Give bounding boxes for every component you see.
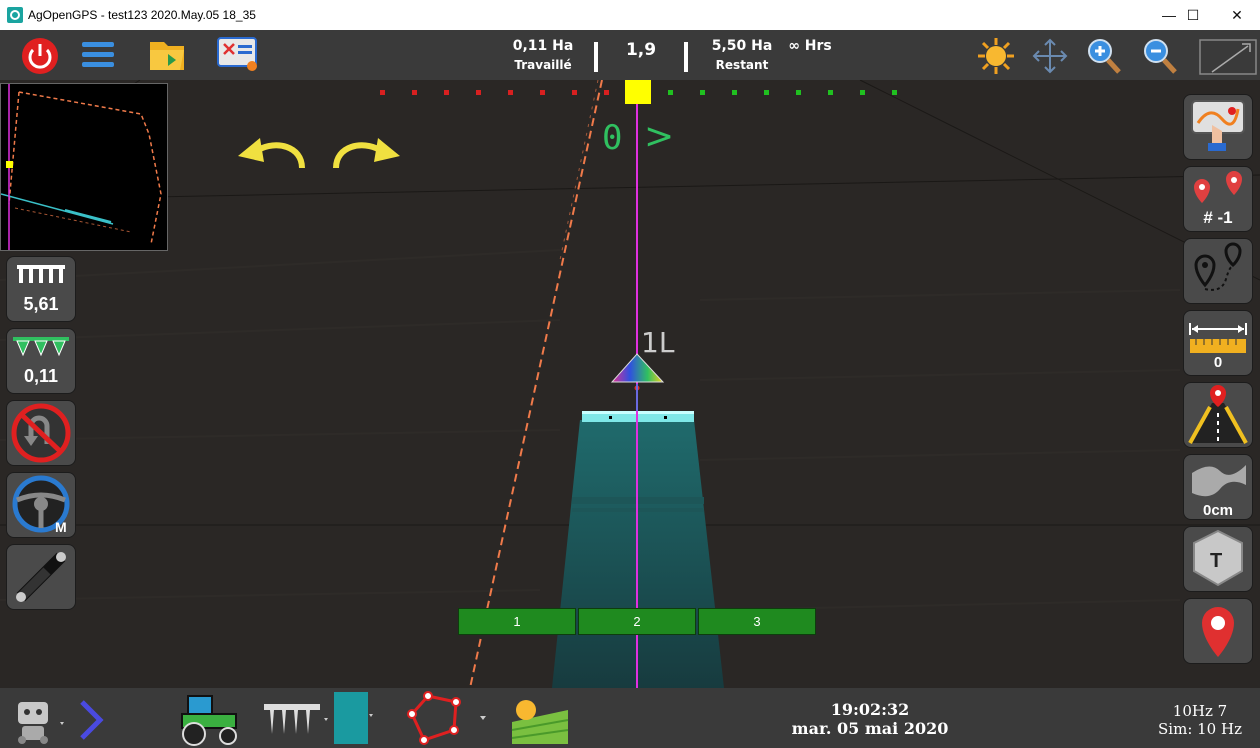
drop-flag-button[interactable]	[1183, 598, 1253, 664]
clock-date: mar. 05 mai 2020	[791, 719, 949, 738]
field-minimap[interactable]	[0, 83, 168, 251]
uturn-right-icon[interactable]	[330, 136, 402, 170]
pan-move-icon[interactable]	[1030, 36, 1070, 76]
ruler-width-icon	[1189, 323, 1247, 353]
tram-hexagon-icon: T	[1193, 529, 1243, 587]
ab-line-button[interactable]	[1183, 382, 1253, 448]
window-titlebar: AgOpenGPS - test123 2020.May.05 18_35 — …	[0, 0, 1260, 30]
applied-area-value: 0,11	[23, 366, 59, 386]
autosteer-button[interactable]: M	[6, 472, 76, 538]
maximize-button[interactable]: ☐	[1170, 0, 1216, 30]
road-pin-icon	[1188, 385, 1248, 444]
zoom-out-icon[interactable]	[1140, 36, 1180, 76]
nudge-value: 0cm	[1202, 502, 1234, 519]
field-folder-icon[interactable]	[148, 36, 188, 74]
stat-divider	[684, 42, 688, 72]
window-title: AgOpenGPS - test123 2020.May.05 18_35	[28, 8, 256, 22]
guidance-line-label: 1L	[641, 326, 675, 359]
flags-button[interactable]: # -1	[1183, 166, 1253, 232]
sprayer-nozzles-icon	[13, 337, 69, 357]
remaining-hours: ∞ Hrs	[788, 38, 832, 54]
auto-section-control-button[interactable]	[1183, 94, 1253, 160]
close-button[interactable]: ✕	[1214, 0, 1260, 30]
power-icon[interactable]	[20, 36, 60, 76]
tram-letter: T	[1210, 550, 1222, 572]
curve-strip-icon	[1192, 465, 1246, 497]
field-3d-view[interactable]: 0 > 1L	[0, 80, 1260, 688]
dropdown-arrow-icon[interactable]	[368, 712, 378, 720]
camera-tilt-icon[interactable]	[1198, 38, 1258, 76]
lightbar-indicator	[380, 89, 897, 97]
tool-width-button[interactable]: 5,61	[6, 256, 76, 322]
lightbar-center-marker	[625, 80, 651, 104]
map-pins-icon	[1194, 171, 1242, 203]
settings-board-icon[interactable]	[216, 36, 260, 74]
day-night-sun-icon[interactable]	[976, 36, 1016, 76]
tractor-icon[interactable]	[172, 692, 242, 746]
flags-count: # -1	[1203, 208, 1233, 227]
applied-area-button[interactable]: 0,11	[6, 328, 76, 394]
zoom-in-icon[interactable]	[1084, 36, 1124, 76]
gps-rate: 10Hz 7 Sim: 10 Hz	[1150, 702, 1250, 738]
tool-sections-icon	[17, 265, 65, 283]
remaining-area: 5,50 Ha Restant	[702, 38, 782, 72]
cross-track-offset: 0	[602, 118, 623, 158]
route-pins-icon	[1194, 242, 1242, 291]
location-pin-icon	[1202, 607, 1234, 657]
menu-icon[interactable]	[80, 38, 116, 72]
hydraulic-lift-button[interactable]	[6, 544, 76, 610]
sim-hz: Sim: 10 Hz	[1158, 720, 1242, 738]
section-1-button[interactable]: 1	[458, 608, 576, 635]
steering-wheel-icon: M	[12, 475, 70, 535]
tram-lines-button[interactable]: T	[1183, 526, 1253, 592]
section-2-button[interactable]: 2	[578, 608, 696, 635]
speed-readout: 1,9	[625, 40, 657, 60]
uturn-left-icon[interactable]	[236, 136, 308, 170]
route-pins-button[interactable]	[1183, 238, 1253, 304]
remaining-area-value: 5,50 Ha	[711, 38, 773, 54]
svg-text:M: M	[55, 519, 67, 535]
touch-map-icon	[1191, 100, 1245, 151]
agopengps-app-icon	[7, 7, 23, 23]
clock: 19:02:32 mar. 05 mai 2020	[770, 700, 970, 738]
gps-hz: 10Hz 7	[1172, 702, 1228, 720]
sections-color-swatch[interactable]	[334, 692, 368, 744]
boundary-polygon-icon[interactable]	[404, 690, 490, 746]
snap-distance-button[interactable]: 0	[1183, 310, 1253, 376]
section-3-button[interactable]: 3	[698, 608, 816, 635]
remaining-area-label: Restant	[715, 58, 769, 72]
expand-chevron-icon[interactable]	[78, 700, 104, 740]
field-sun-icon[interactable]	[510, 694, 570, 746]
hydraulic-cylinder-icon	[16, 552, 66, 602]
nudge-button[interactable]: 0cm	[1183, 454, 1253, 520]
uturn-toggle-button[interactable]	[6, 400, 76, 466]
stat-divider	[594, 42, 598, 72]
tool-width-value: 5,61	[23, 294, 59, 314]
no-uturn-icon	[11, 403, 71, 463]
clock-time: 19:02:32	[830, 700, 910, 719]
cross-track-direction: >	[644, 116, 675, 157]
robot-ai-icon[interactable]	[8, 694, 68, 746]
worked-area-value: 0,11 Ha	[512, 38, 574, 54]
implement-icon[interactable]	[260, 696, 330, 744]
worked-area: 0,11 Ha Travaillé	[500, 38, 586, 72]
worked-area-label: Travaillé	[514, 58, 572, 72]
